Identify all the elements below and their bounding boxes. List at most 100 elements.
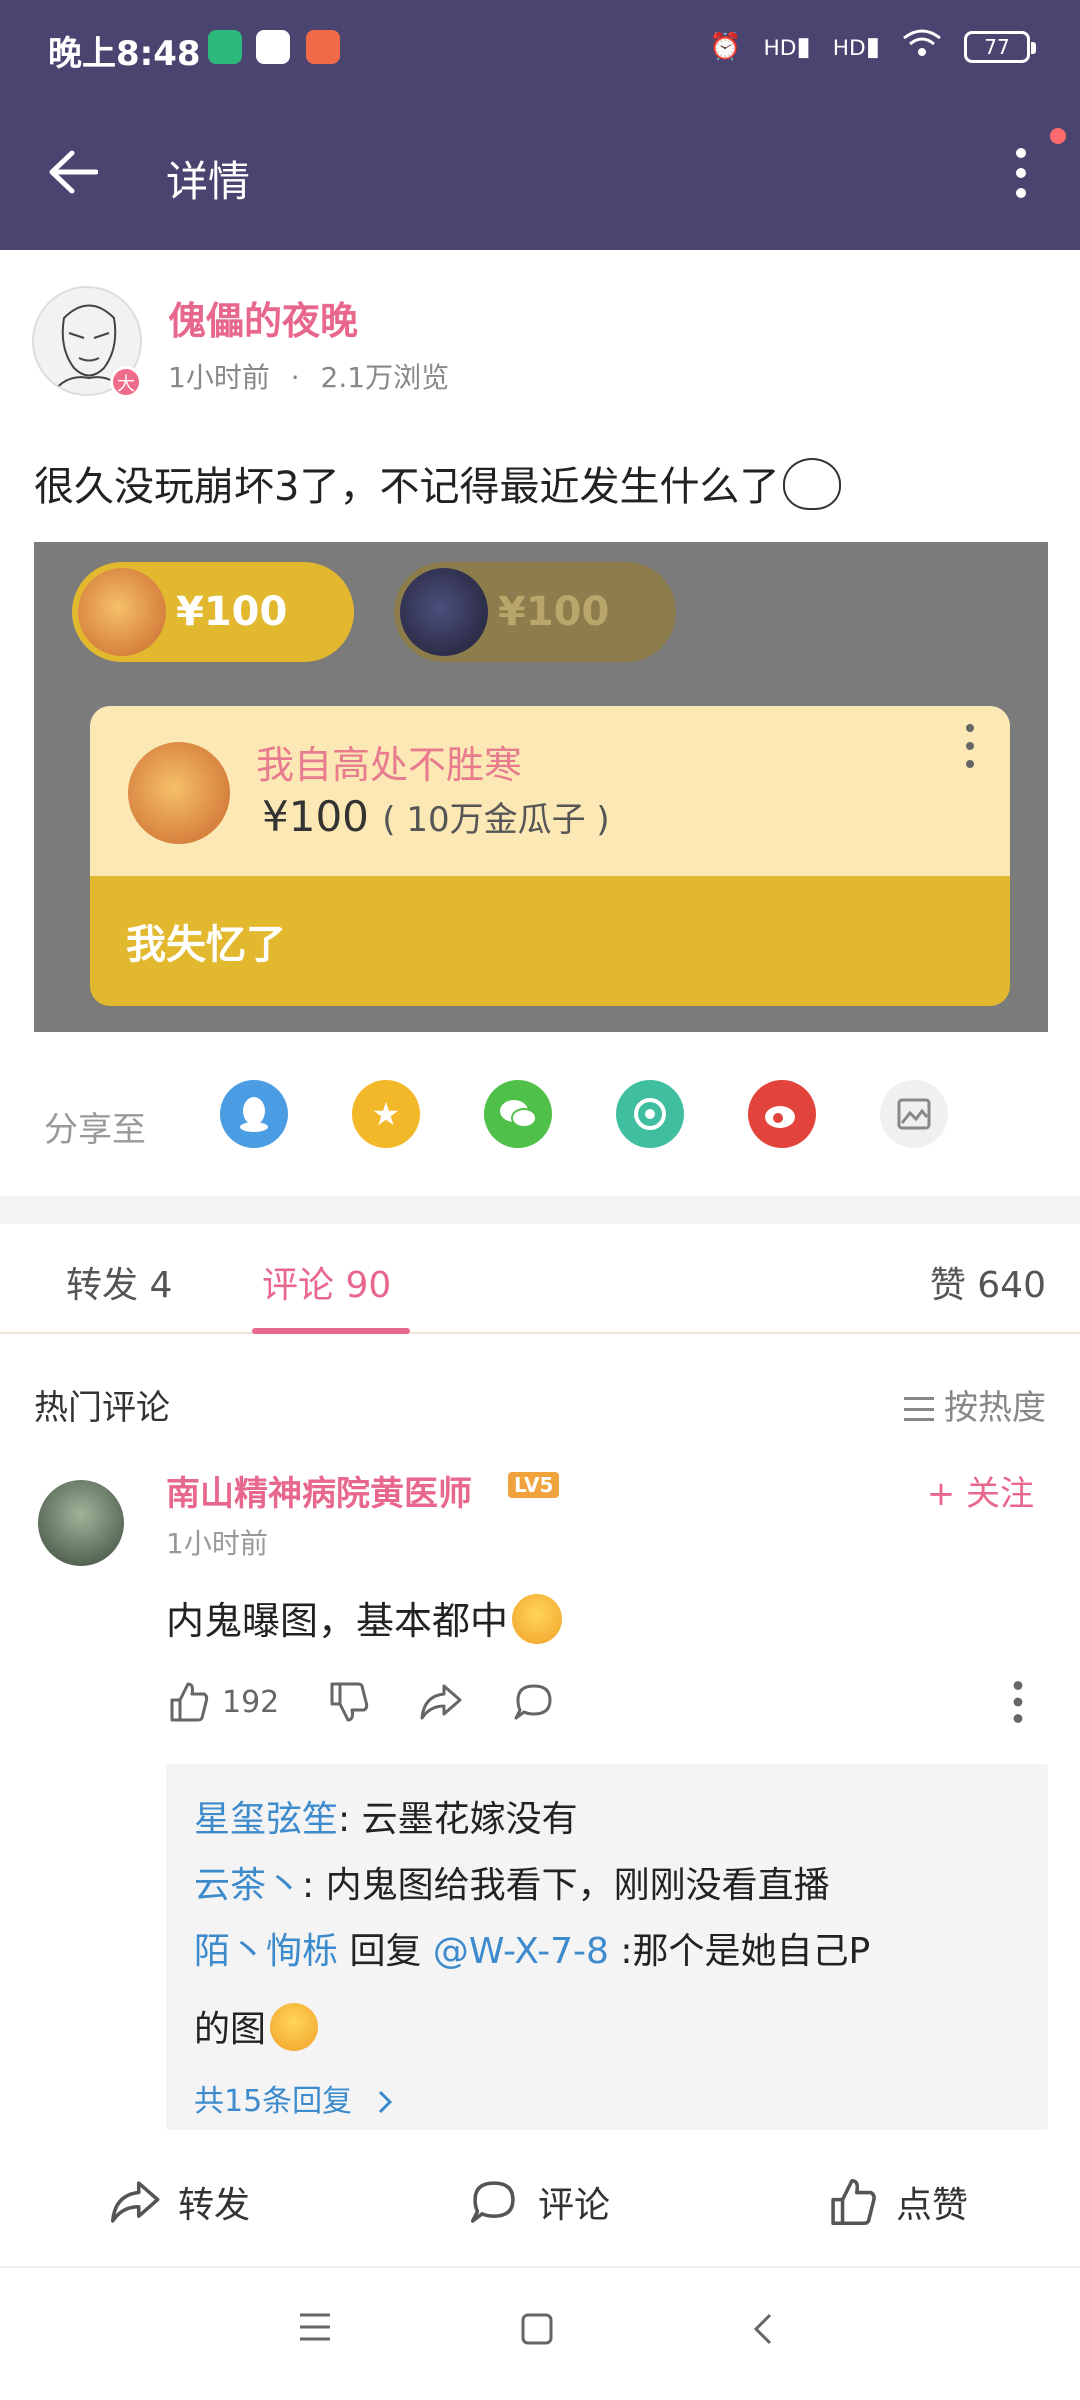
signal-1-icon: HD▮ xyxy=(763,31,811,62)
post-time: 1小时前 xyxy=(168,361,270,394)
notification-dot xyxy=(1050,128,1066,144)
pill-left-avatar xyxy=(78,568,166,656)
signal-2-icon: HD▮ xyxy=(832,31,880,62)
section-divider xyxy=(0,1196,1080,1224)
hot-comments-title: 热门评论 xyxy=(34,1388,170,1428)
qq-icon[interactable] xyxy=(220,1080,288,1148)
status-bar: 晚上8:48 ⏰ HD▮ HD▮ 77 xyxy=(0,0,1080,100)
share-arrow-icon xyxy=(420,1684,462,1720)
back-icon[interactable] xyxy=(750,2312,774,2350)
arrow-left-icon[interactable] xyxy=(48,144,99,204)
reply-3[interactable]: 陌丶恂栎 回复 @W-X-7-8 :那个是她自己P xyxy=(194,1922,870,1974)
speech-bubble-icon xyxy=(470,2181,515,2223)
card-amount-note: ( 10万金瓜子 ) xyxy=(382,800,610,840)
status-time: 晚上8:48 xyxy=(48,34,201,74)
card-amount: ¥100 ( 10万金瓜子 ) xyxy=(262,792,610,841)
interaction-tabs: 转发 4 评论 90 赞 640 xyxy=(0,1224,1080,1334)
thumbs-down-icon xyxy=(330,1682,369,1722)
card-avatar xyxy=(128,742,230,844)
security-app-icon xyxy=(208,30,242,64)
comment-text: 内鬼曝图，基本都中 xyxy=(166,1590,563,1645)
tab-comments[interactable]: 评论 90 xyxy=(262,1256,391,1308)
bottom-action-bar: 转发 评论 点赞 xyxy=(0,2140,1080,2268)
tab-indicator xyxy=(252,1328,410,1334)
pill-right-value: ¥100 xyxy=(498,589,610,635)
post-meta: 1小时前 · 2.1万浏览 xyxy=(168,356,449,396)
reply-3-target[interactable]: @W-X-7-8 xyxy=(433,1931,609,1972)
sort-label: 按热度 xyxy=(944,1388,1046,1428)
meta-separator: · xyxy=(290,361,300,394)
pill-left-value: ¥100 xyxy=(176,589,288,635)
thumbs-up-icon xyxy=(831,2178,876,2226)
weibo-icon[interactable] xyxy=(748,1080,816,1148)
tab-likes[interactable]: 赞 640 xyxy=(930,1256,1046,1308)
comment-more-icon[interactable] xyxy=(996,1680,1040,1724)
commenter-name[interactable]: 南山精神病院黄医师 xyxy=(166,1466,472,1515)
commenter-avatar[interactable] xyxy=(38,1480,124,1566)
comment-actions: 192 xyxy=(166,1680,1046,1740)
reply-button[interactable] xyxy=(512,1680,556,1724)
author-badge: 大 xyxy=(110,366,142,398)
reply-3-user[interactable]: 陌丶恂栎 xyxy=(194,1931,338,1972)
post-views: 2.1万浏览 xyxy=(320,361,450,394)
app-notification-icon xyxy=(306,30,340,64)
dislike-button[interactable] xyxy=(326,1680,370,1724)
author-name[interactable]: 傀儡的夜晚 xyxy=(168,290,358,345)
like-count: 192 xyxy=(222,1684,280,1720)
battery-icon: 77 xyxy=(964,30,1036,63)
status-right: ⏰ HD▮ HD▮ 77 xyxy=(709,28,1036,65)
reply-2[interactable]: 云茶丶: 内鬼图给我看下，刚刚没看直播 xyxy=(194,1856,830,1908)
like-button[interactable]: 192 xyxy=(166,1680,279,1724)
sort-icon xyxy=(904,1397,934,1421)
more-vertical-icon[interactable] xyxy=(1016,148,1028,208)
drool-emoji-icon xyxy=(270,2003,319,2051)
gift-pill-left: ¥100 xyxy=(72,562,354,662)
tab-repost[interactable]: 转发 4 xyxy=(66,1256,172,1308)
share-arrow-icon xyxy=(110,2181,160,2223)
card-message: 我失忆了 xyxy=(126,922,286,968)
repost-button[interactable]: 转发 xyxy=(108,2176,250,2228)
follow-button[interactable]: + 关注 xyxy=(927,1466,1034,1515)
reply-1[interactable]: 星玺弦笙: 云墨花嫁没有 xyxy=(194,1790,578,1842)
reply-box: 星玺弦笙: 云墨花嫁没有 云茶丶: 内鬼图给我看下，刚刚没看直播 陌丶恂栎 回复… xyxy=(166,1764,1048,2130)
card-name: 我自高处不胜寒 xyxy=(256,743,523,787)
post-text-content: 很久没玩崩坏3了，不记得最近发生什么了 xyxy=(34,464,780,510)
card-top: 我自高处不胜寒 ¥100 ( 10万金瓜子 ) xyxy=(90,706,1010,876)
home-icon[interactable] xyxy=(520,2312,554,2350)
qq-notification-icon xyxy=(256,30,290,64)
view-all-replies[interactable]: 共15条回复 xyxy=(194,2076,396,2120)
pill-right-avatar xyxy=(400,568,488,656)
alarm-icon: ⏰ xyxy=(709,31,742,62)
moments-icon[interactable] xyxy=(616,1080,684,1148)
card-more-icon xyxy=(966,724,976,778)
reply-3-cont: 的图 xyxy=(194,2000,319,2052)
like-post-button[interactable]: 点赞 xyxy=(826,2176,968,2228)
comment-time: 1小时前 xyxy=(166,1527,268,1560)
share-comment-button[interactable] xyxy=(418,1680,462,1724)
chevron-right-icon xyxy=(378,2090,392,2114)
thumbs-up-icon xyxy=(170,1682,209,1722)
save-image-icon[interactable] xyxy=(880,1080,948,1148)
share-label: 分享至 xyxy=(44,1110,146,1150)
comment-button[interactable]: 评论 xyxy=(468,2176,610,2228)
menu-icon[interactable] xyxy=(298,2312,332,2346)
gift-pill-right: ¥100 xyxy=(394,562,676,662)
sort-button[interactable]: 按热度 xyxy=(904,1380,1046,1429)
card-bottom: 我失忆了 xyxy=(90,876,1010,1006)
drool-emoji-icon xyxy=(512,1594,563,1644)
reply-2-user[interactable]: 云茶丶 xyxy=(194,1865,302,1906)
app-bar: 详情 xyxy=(0,100,1080,250)
page-title: 详情 xyxy=(166,157,251,206)
post-text: 很久没玩崩坏3了，不记得最近发生什么了 xyxy=(34,454,842,512)
sticker-emoji-icon xyxy=(783,458,842,510)
speech-bubble-icon xyxy=(514,1684,552,1720)
qzone-icon[interactable]: ★ xyxy=(352,1080,420,1148)
post-author: 大 傀儡的夜晚 1小时前 · 2.1万浏览 xyxy=(32,286,1052,406)
post-image[interactable]: ¥100 ¥100 我自高处不胜寒 ¥100 ( 10万金瓜子 ) 我失忆了 xyxy=(34,542,1048,1032)
wifi-icon xyxy=(902,28,942,65)
level-badge: LV5 xyxy=(508,1472,560,1498)
superchat-card: 我自高处不胜寒 ¥100 ( 10万金瓜子 ) 我失忆了 xyxy=(90,706,1010,1006)
wechat-icon[interactable] xyxy=(484,1080,552,1148)
reply-1-user[interactable]: 星玺弦笙 xyxy=(194,1799,338,1840)
system-nav-bar xyxy=(0,2270,1080,2400)
